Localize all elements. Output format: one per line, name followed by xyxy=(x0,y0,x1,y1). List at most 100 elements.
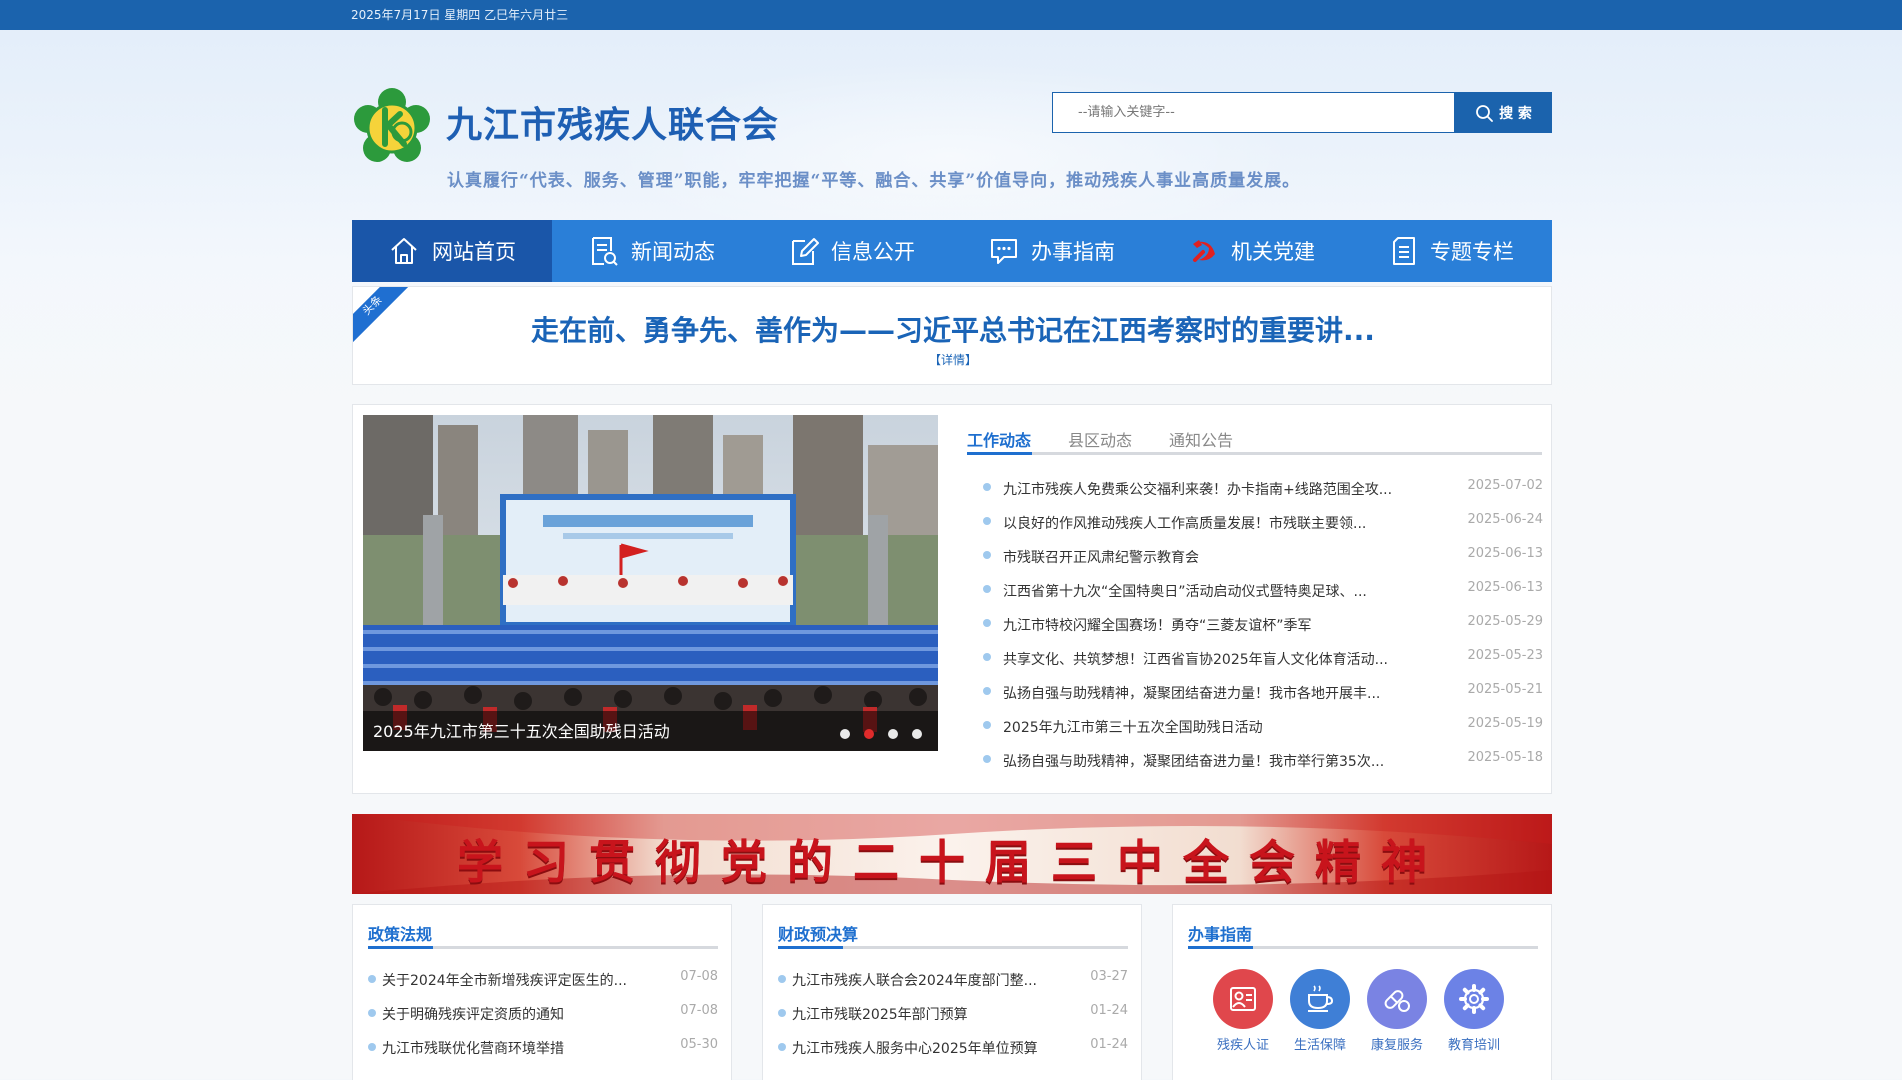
card-title-underline xyxy=(1188,946,1253,949)
list-item[interactable]: 九江市残疾人服务中心2025年单位预算 01-24 xyxy=(778,1035,1128,1069)
policy-title[interactable]: 关于2024年全市新增残疾评定医生的... xyxy=(382,970,627,990)
policy-card-title[interactable]: 政策法规 xyxy=(368,921,718,945)
service-circle xyxy=(1444,969,1504,1029)
list-item[interactable]: 九江市残疾人联合会2024年度部门整... 03-27 xyxy=(778,967,1128,1001)
bullet xyxy=(983,517,991,525)
policy-title[interactable]: 九江市残联优化营商环境举措 xyxy=(382,1038,564,1058)
headline-detail-link[interactable]: 【详情】 xyxy=(353,351,1551,368)
slider-dot[interactable] xyxy=(888,729,898,739)
news-title[interactable]: 弘扬自强与助残精神，凝聚团结奋进力量！我市举行第35次... xyxy=(1003,751,1384,771)
search-input[interactable] xyxy=(1053,93,1454,132)
news-title[interactable]: 市残联召开正风肃纪警示教育会 xyxy=(1003,547,1199,567)
policy-date: 07-08 xyxy=(680,1003,718,1018)
headline-title[interactable]: 走在前、勇争先、善作为——习近平总书记在江西考察时的重要讲... xyxy=(353,309,1551,349)
slide-image xyxy=(363,415,938,751)
tab-notices[interactable]: 通知公告 xyxy=(1169,427,1233,451)
list-item[interactable]: 弘扬自强与助残精神，凝聚团结奋进力量！我市各地开展丰... 2025-05-21 xyxy=(983,675,1543,709)
list-item[interactable]: 关于2024年全市新增残疾评定医生的... 07-08 xyxy=(368,967,718,1001)
list-item[interactable]: 以良好的作风推动残疾人工作高质量发展！市残联主要领... 2025-06-24 xyxy=(983,505,1543,539)
home-icon xyxy=(391,238,417,264)
bullet xyxy=(983,755,991,763)
headline-panel: 头条 走在前、勇争先、善作为——习近平总书记在江西考察时的重要讲... 【详情】 xyxy=(352,286,1552,385)
service-icons: 残疾人证 生活保障 康复服务 教育培训 xyxy=(1213,969,1543,1053)
bullet xyxy=(368,1009,376,1017)
policy-list: 关于2024年全市新增残疾评定医生的... 07-08 关于明确残疾评定资质的通… xyxy=(368,967,718,1069)
party-emblem-icon xyxy=(1193,240,1215,262)
tab-work-news[interactable]: 工作动态 xyxy=(967,427,1031,451)
slider-dot[interactable] xyxy=(840,729,850,739)
nav-item-topics[interactable]: 专题专栏 xyxy=(1352,220,1552,282)
list-item[interactable]: 关于明确残疾评定资质的通知 07-08 xyxy=(368,1001,718,1035)
list-item[interactable]: 九江市残疾人免费乘公交福利来袭！办卡指南+线路范围全攻... 2025-07-0… xyxy=(983,471,1543,505)
news-document-icon xyxy=(592,237,618,266)
slide-caption[interactable]: 2025年九江市第三十五次全国助残日活动 xyxy=(373,718,670,742)
news-title[interactable]: 弘扬自强与助残精神，凝聚团结奋进力量！我市各地开展丰... xyxy=(1003,683,1380,703)
news-title[interactable]: 共享文化、共筑梦想！江西省盲协2025年盲人文化体育活动... xyxy=(1003,649,1388,669)
nav-item-label: 网站首页 xyxy=(432,240,516,264)
service-disability-card[interactable]: 残疾人证 xyxy=(1213,969,1273,1053)
budget-title[interactable]: 九江市残疾人服务中心2025年单位预算 xyxy=(792,1038,1038,1058)
gear-icon xyxy=(1459,984,1489,1014)
budget-list: 九江市残疾人联合会2024年度部门整... 03-27 九江市残联2025年部门… xyxy=(778,967,1128,1069)
bullet xyxy=(983,619,991,627)
news-title[interactable]: 以良好的作风推动残疾人工作高质量发展！市残联主要领... xyxy=(1003,513,1366,533)
news-date: 2025-06-24 xyxy=(1467,512,1543,527)
service-circle xyxy=(1290,969,1350,1029)
id-card-icon xyxy=(1230,987,1256,1011)
list-item[interactable]: 2025年九江市第三十五次全国助残日活动 2025-05-19 xyxy=(983,709,1543,743)
budget-date: 03-27 xyxy=(1090,969,1128,984)
image-slider[interactable]: 2025年九江市第三十五次全国助残日活动 xyxy=(363,415,938,751)
budget-title[interactable]: 九江市残联2025年部门预算 xyxy=(792,1004,968,1024)
policy-title[interactable]: 关于明确残疾评定资质的通知 xyxy=(382,1004,564,1024)
theme-banner[interactable]: 学习贯彻党的二十届三中全会精神 xyxy=(352,814,1552,894)
pill-icon xyxy=(1384,990,1410,1012)
nav-item-home[interactable]: 网站首页 xyxy=(352,220,552,282)
bullet xyxy=(983,483,991,491)
list-item[interactable]: 市残联召开正风肃纪警示教育会 2025-06-13 xyxy=(983,539,1543,573)
nav-item-guide[interactable]: 办事指南 xyxy=(952,220,1152,282)
guide-card-header: 办事指南 xyxy=(1188,921,1538,949)
tab-county-news[interactable]: 县区动态 xyxy=(1068,427,1132,451)
service-living-security[interactable]: 生活保障 xyxy=(1290,969,1350,1053)
news-date: 2025-05-29 xyxy=(1467,614,1543,629)
nav-item-label: 办事指南 xyxy=(1031,240,1115,264)
news-tabs: 工作动态 县区动态 通知公告 xyxy=(967,415,1542,455)
slider-dot[interactable] xyxy=(912,729,922,739)
list-item[interactable]: 九江市特校闪耀全国赛场！勇夺“三菱友谊杯”季军 2025-05-29 xyxy=(983,607,1543,641)
news-date: 2025-05-21 xyxy=(1467,682,1543,697)
service-rehabilitation[interactable]: 康复服务 xyxy=(1367,969,1427,1053)
bullet xyxy=(368,975,376,983)
list-item[interactable]: 共享文化、共筑梦想！江西省盲协2025年盲人文化体育活动... 2025-05-… xyxy=(983,641,1543,675)
list-item[interactable]: 弘扬自强与助残精神，凝聚团结奋进力量！我市举行第35次... 2025-05-1… xyxy=(983,743,1543,777)
search-button[interactable]: 搜 索 xyxy=(1455,92,1552,133)
list-item[interactable]: 九江市残联优化营商环境举措 05-30 xyxy=(368,1035,718,1069)
policy-date: 05-30 xyxy=(680,1037,718,1052)
banner-text: 学习贯彻党的二十届三中全会精神 xyxy=(457,835,1447,889)
news-title[interactable]: 江西省第十九次“全国特奥日”活动启动仪式暨特奥足球、... xyxy=(1003,581,1367,601)
news-title[interactable]: 2025年九江市第三十五次全国助残日活动 xyxy=(1003,717,1263,737)
nav-item-news[interactable]: 新闻动态 xyxy=(552,220,752,282)
news-date: 2025-06-13 xyxy=(1467,580,1543,595)
news-title[interactable]: 九江市特校闪耀全国赛场！勇夺“三菱友谊杯”季军 xyxy=(1003,615,1312,635)
budget-card-header: 财政预决算 xyxy=(778,921,1128,949)
budget-card-title[interactable]: 财政预决算 xyxy=(778,921,1128,945)
service-education[interactable]: 教育培训 xyxy=(1444,969,1504,1053)
service-label: 残疾人证 xyxy=(1216,1038,1269,1053)
guide-card-title[interactable]: 办事指南 xyxy=(1188,921,1538,945)
list-item[interactable]: 江西省第十九次“全国特奥日”活动启动仪式暨特奥足球、... 2025-06-13 xyxy=(983,573,1543,607)
site-title[interactable]: 九江市残疾人联合会 xyxy=(446,96,779,148)
service-label: 教育培训 xyxy=(1447,1038,1500,1053)
bullet xyxy=(368,1043,376,1051)
disability-federation-logo-icon[interactable] xyxy=(352,88,432,168)
budget-date: 01-24 xyxy=(1090,1037,1128,1052)
news-title[interactable]: 九江市残疾人免费乘公交福利来袭！办卡指南+线路范围全攻... xyxy=(1003,479,1392,499)
bullet xyxy=(778,1043,786,1051)
bullet xyxy=(983,585,991,593)
nav-item-disclosure[interactable]: 信息公开 xyxy=(752,220,952,282)
nav-item-party[interactable]: 机关党建 xyxy=(1152,220,1352,282)
budget-title[interactable]: 九江市残疾人联合会2024年度部门整... xyxy=(792,970,1037,990)
slider-dot-active[interactable] xyxy=(864,729,874,739)
site-slogan: 认真履行“代表、服务、管理”职能，牢牢把握“平等、融合、共享”价值导向，推动残疾… xyxy=(447,171,1301,191)
list-item[interactable]: 九江市残联2025年部门预算 01-24 xyxy=(778,1001,1128,1035)
news-panel: 2025年九江市第三十五次全国助残日活动 工作动态 县区动态 通知公告 九江市残… xyxy=(352,404,1552,794)
